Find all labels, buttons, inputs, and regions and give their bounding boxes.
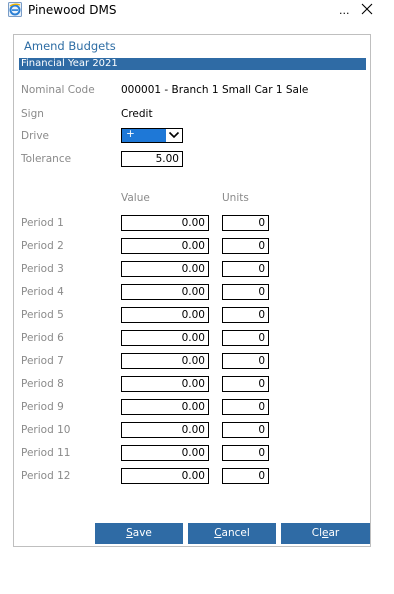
period-units-input[interactable] xyxy=(222,399,269,415)
period-value-input[interactable] xyxy=(121,215,209,231)
period-units-input[interactable] xyxy=(222,422,269,438)
section-header: Financial Year 2021 xyxy=(19,58,366,70)
chevron-down-icon[interactable] xyxy=(168,130,180,140)
period-value-input[interactable] xyxy=(121,330,209,346)
units-column-header: Units xyxy=(222,192,249,204)
cancel-access-key: C xyxy=(214,527,222,539)
clear-button[interactable]: Clear xyxy=(281,523,370,544)
cancel-label-rest: ancel xyxy=(221,527,250,539)
tolerance-input[interactable] xyxy=(121,151,183,167)
period-value-input[interactable] xyxy=(121,422,209,438)
save-access-key: S xyxy=(126,527,133,539)
save-button[interactable]: Save xyxy=(95,523,183,544)
period-label: Period 3 xyxy=(21,263,64,275)
period-value-input[interactable] xyxy=(121,468,209,484)
period-value-input[interactable] xyxy=(121,353,209,369)
more-button[interactable]: ... xyxy=(339,4,350,18)
period-value-input[interactable] xyxy=(121,307,209,323)
clear-label-start: Cl xyxy=(311,527,322,539)
period-value-input[interactable] xyxy=(121,261,209,277)
close-icon[interactable] xyxy=(359,1,375,17)
period-label: Period 1 xyxy=(21,217,64,229)
app-window: Pinewood DMS ... Amend Budgets Financial… xyxy=(0,0,394,594)
period-label: Period 8 xyxy=(21,378,64,390)
period-units-input[interactable] xyxy=(222,261,269,277)
period-units-input[interactable] xyxy=(222,445,269,461)
period-units-input[interactable] xyxy=(222,238,269,254)
drive-selected-option: + xyxy=(122,128,166,142)
period-value-input[interactable] xyxy=(121,284,209,300)
tolerance-label: Tolerance xyxy=(21,153,72,165)
period-label: Period 7 xyxy=(21,355,64,367)
period-units-input[interactable] xyxy=(222,353,269,369)
panel-title: Amend Budgets xyxy=(24,39,116,53)
period-value-input[interactable] xyxy=(121,238,209,254)
period-value-input[interactable] xyxy=(121,445,209,461)
cancel-button[interactable]: Cancel xyxy=(188,523,276,544)
sign-label: Sign xyxy=(21,108,44,120)
period-label: Period 10 xyxy=(21,424,71,436)
period-label: Period 6 xyxy=(21,332,64,344)
period-label: Period 12 xyxy=(21,470,71,482)
period-value-input[interactable] xyxy=(121,399,209,415)
clear-label-rest: ar xyxy=(328,527,340,539)
period-label: Period 5 xyxy=(21,309,64,321)
period-value-input[interactable] xyxy=(121,376,209,392)
period-units-input[interactable] xyxy=(222,215,269,231)
title-bar: Pinewood DMS ... xyxy=(0,0,394,24)
period-units-input[interactable] xyxy=(222,307,269,323)
window-title: Pinewood DMS xyxy=(28,3,117,17)
drive-label: Drive xyxy=(21,130,49,142)
drive-select[interactable]: + xyxy=(121,128,183,143)
period-units-input[interactable] xyxy=(222,284,269,300)
ie-globe-icon xyxy=(8,2,22,17)
sign-value: Credit xyxy=(121,108,153,120)
period-label: Period 9 xyxy=(21,401,64,413)
period-units-input[interactable] xyxy=(222,330,269,346)
period-label: Period 2 xyxy=(21,240,64,252)
period-units-input[interactable] xyxy=(222,376,269,392)
amend-budgets-panel: Amend Budgets Financial Year 2021 Nomina… xyxy=(13,34,371,547)
save-label-rest: ave xyxy=(132,527,152,539)
section-header-label: Financial Year 2021 xyxy=(21,58,118,69)
nominal-code-label: Nominal Code xyxy=(21,84,95,96)
value-column-header: Value xyxy=(121,192,150,204)
drive-selected-value: + xyxy=(126,128,135,140)
period-label: Period 4 xyxy=(21,286,64,298)
nominal-code-value: 000001 - Branch 1 Small Car 1 Sale xyxy=(121,84,309,96)
period-units-input[interactable] xyxy=(222,468,269,484)
period-label: Period 11 xyxy=(21,447,71,459)
